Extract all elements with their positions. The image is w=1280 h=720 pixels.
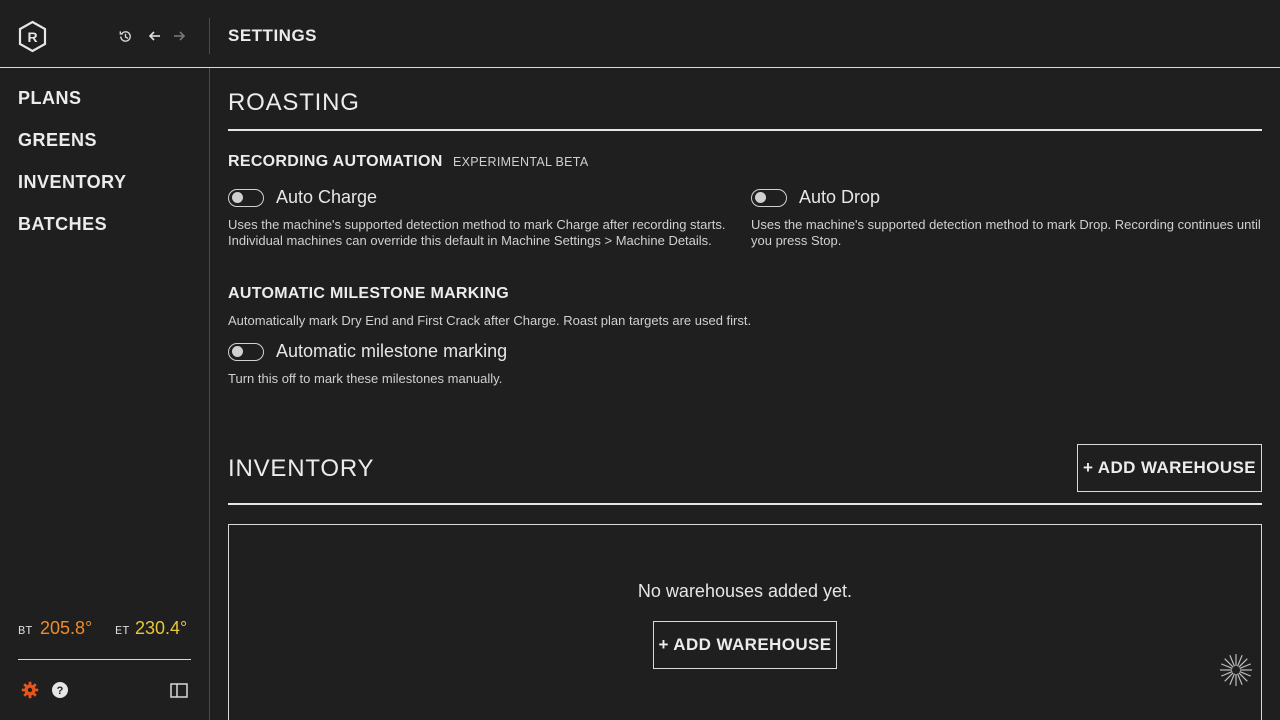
milestone-marking-title: AUTOMATIC MILESTONE MARKING — [228, 285, 509, 302]
sidebar-divider — [18, 659, 191, 660]
recording-automation-title: RECORDING AUTOMATION — [228, 153, 443, 170]
top-bar: R SETTINGS — [0, 0, 1280, 68]
auto-charge-description: Uses the machine's supported detection m… — [228, 217, 726, 248]
panel-toggle-icon[interactable] — [169, 680, 189, 700]
milestone-marking-toggle[interactable] — [228, 343, 264, 361]
auto-charge-label: Auto Charge — [276, 187, 378, 207]
auto-charge-toggle[interactable] — [228, 189, 264, 207]
gear-icon[interactable] — [20, 680, 40, 700]
logo-icon[interactable]: R — [17, 20, 48, 53]
help-icon[interactable]: ? — [50, 680, 70, 700]
bt-label: BT — [18, 624, 33, 638]
history-icon[interactable] — [117, 28, 133, 44]
empty-state-text: No warehouses added yet. — [637, 581, 853, 601]
arrow-right-icon[interactable] — [171, 28, 187, 44]
topbar-divider — [209, 18, 210, 54]
section-rule — [228, 129, 1262, 131]
add-warehouse-button[interactable]: + ADD WAREHOUSE — [1077, 444, 1262, 492]
auto-drop-toggle[interactable] — [751, 189, 787, 207]
auto-drop-description: Uses the machine's supported detection m… — [751, 217, 1261, 248]
sidebar-item-inventory[interactable]: INVENTORY — [18, 172, 127, 193]
sidebar-item-greens[interactable]: GREENS — [18, 130, 97, 151]
page-title: SETTINGS — [228, 26, 318, 45]
section-title-inventory: INVENTORY — [228, 455, 375, 482]
auto-drop-label: Auto Drop — [799, 187, 881, 207]
et-label: ET — [115, 624, 130, 638]
settings-main: ROASTING RECORDING AUTOMATION EXPERIMENT… — [228, 68, 1262, 720]
milestone-marking-hint: Turn this off to mark these milestones m… — [228, 371, 503, 386]
sidebar-item-plans[interactable]: PLANS — [18, 88, 82, 109]
milestone-marking-description: Automatically mark Dry End and First Cra… — [228, 313, 752, 328]
svg-text:?: ? — [57, 685, 64, 697]
sidebar-item-batches[interactable]: BATCHES — [18, 214, 107, 235]
et-value: 230.4° — [135, 618, 188, 638]
spinner-icon — [1218, 652, 1254, 688]
section-title-roasting: ROASTING — [228, 89, 360, 116]
milestone-marking-label: Automatic milestone marking — [276, 341, 508, 361]
temperature-readout: BT 205.8° ET 230.4° — [18, 618, 193, 640]
sidebar: PLANS GREENS INVENTORY BATCHES BT 205.8°… — [0, 68, 210, 720]
warehouse-empty-state: No warehouses added yet. + ADD WAREHOUSE — [228, 524, 1262, 720]
section-rule — [228, 503, 1262, 505]
experimental-badge: EXPERIMENTAL BETA — [453, 155, 589, 169]
bt-value: 205.8° — [40, 618, 93, 638]
empty-add-warehouse-button[interactable]: + ADD WAREHOUSE — [653, 621, 837, 669]
arrow-left-icon[interactable] — [147, 28, 163, 44]
svg-text:R: R — [27, 29, 37, 45]
